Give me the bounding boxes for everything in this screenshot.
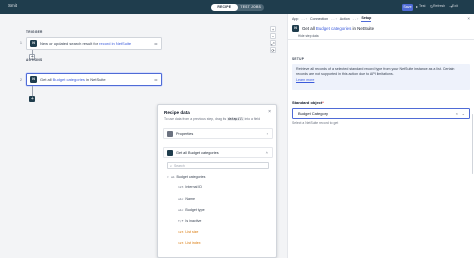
datapill[interactable]: abc Budget type xyxy=(178,208,205,212)
info-box: Retrieve all records of a selected stand… xyxy=(292,64,470,90)
info-text: Retrieve all records of a selected stand… xyxy=(296,67,455,77)
refresh-button[interactable]: Refresh xyxy=(433,4,445,8)
field-hint: Select a NetSuite record to get xyxy=(292,121,339,125)
netsuite-icon: N xyxy=(30,76,37,83)
trigger-step-text: New or updated search result for record … xyxy=(40,41,132,46)
crumb-setup[interactable]: Setup xyxy=(361,16,372,22)
trigger-step[interactable]: N New or updated search result for recor… xyxy=(26,37,162,50)
play-icon: ▸ xyxy=(416,4,419,9)
actions-label: ACTIONS xyxy=(26,58,43,62)
exit-button[interactable]: Exit xyxy=(452,4,458,8)
recipe-data-subtitle: To use data from a previous step, drag i… xyxy=(164,117,261,121)
zoom-out-button[interactable]: − xyxy=(270,33,276,39)
netsuite-icon xyxy=(167,149,173,156)
top-bar: Smit RECIPE TEST JOBS Save ▸ Test ↻ Refr… xyxy=(0,0,474,14)
standard-object-select[interactable]: Budget Category × ⌄ xyxy=(292,108,470,119)
connector-line xyxy=(32,86,33,96)
datapill[interactable]: 123 List size xyxy=(178,230,198,234)
fit-view-button[interactable]: ⤢ xyxy=(270,40,276,46)
datapill[interactable]: 123 Internal ID xyxy=(178,185,202,189)
standard-object-label: Standard object* xyxy=(292,100,324,105)
crumb-action[interactable]: Action xyxy=(340,17,350,21)
add-step-button[interactable]: + xyxy=(29,96,36,102)
crumb-app[interactable]: App xyxy=(292,17,298,21)
more-options-icon[interactable]: ••• xyxy=(154,41,157,46)
datapill[interactable]: abc Name xyxy=(178,197,195,201)
datapill-list[interactable]: ▾ ab Budget categories xyxy=(167,175,205,179)
trigger-step-number: 1 xyxy=(20,41,22,45)
more-options-icon[interactable]: ••• xyxy=(154,77,157,82)
zoom-in-button[interactable]: + xyxy=(270,26,276,32)
tab-recipe[interactable]: RECIPE xyxy=(211,3,238,11)
action-step-number: 2 xyxy=(20,78,22,82)
close-icon[interactable]: × xyxy=(268,109,271,115)
close-icon[interactable]: × xyxy=(467,16,470,21)
grid-icon xyxy=(167,130,173,137)
recipe-data-panel: Recipe data × To use data from a previou… xyxy=(157,104,277,258)
hide-step-data-link[interactable]: Hide step data xyxy=(298,34,319,38)
search-icon: ⌕ xyxy=(170,163,173,168)
action-step[interactable]: N Get all Budget categories in NetSuite … xyxy=(26,73,162,86)
step-output-section[interactable]: Get all Budget categories ˄ xyxy=(163,147,273,158)
scrollbar[interactable] xyxy=(471,114,473,174)
divider xyxy=(288,39,474,40)
recipe-title[interactable]: Smit xyxy=(8,3,17,8)
setup-label: SETUP xyxy=(292,57,305,61)
breadcrumb: App - - › Connection - - › Action - - › … xyxy=(292,16,372,22)
trigger-label: TRIGGER xyxy=(26,30,43,34)
save-button[interactable]: Save xyxy=(402,3,413,11)
step-header: N Get all Budget categories in NetSuite xyxy=(292,25,374,32)
chevron-right-icon: › xyxy=(266,131,268,136)
action-step-text: Get all Budget categories in NetSuite xyxy=(40,77,106,82)
netsuite-icon: N xyxy=(292,25,299,32)
chevron-up-icon: ˄ xyxy=(265,150,268,155)
datapill[interactable]: 123 List index xyxy=(178,241,201,245)
learn-more-link[interactable]: Learn more xyxy=(296,78,466,82)
recipe-data-title: Recipe data xyxy=(164,110,190,115)
chevron-down-icon[interactable]: ⌄ xyxy=(462,111,465,116)
clear-icon[interactable]: × xyxy=(456,111,458,116)
step-config-panel: App - - › Connection - - › Action - - › … xyxy=(287,14,474,258)
properties-section[interactable]: Properties › xyxy=(163,128,273,139)
reset-view-button[interactable]: ⟳ xyxy=(270,47,276,53)
datapill-search-input[interactable]: ⌕ Search xyxy=(167,162,269,169)
mode-switcher: RECIPE TEST JOBS xyxy=(211,3,265,11)
datapill[interactable]: T/F Is inactive xyxy=(178,219,201,223)
test-button[interactable]: Test xyxy=(419,4,425,8)
netsuite-icon: N xyxy=(30,40,37,47)
crumb-connection[interactable]: Connection xyxy=(310,17,328,21)
chevron-down-icon: ▾ xyxy=(167,175,169,179)
step-header-title: Get all Budget categories in NetSuite xyxy=(302,26,375,31)
tab-test-jobs[interactable]: TEST JOBS xyxy=(238,4,265,11)
